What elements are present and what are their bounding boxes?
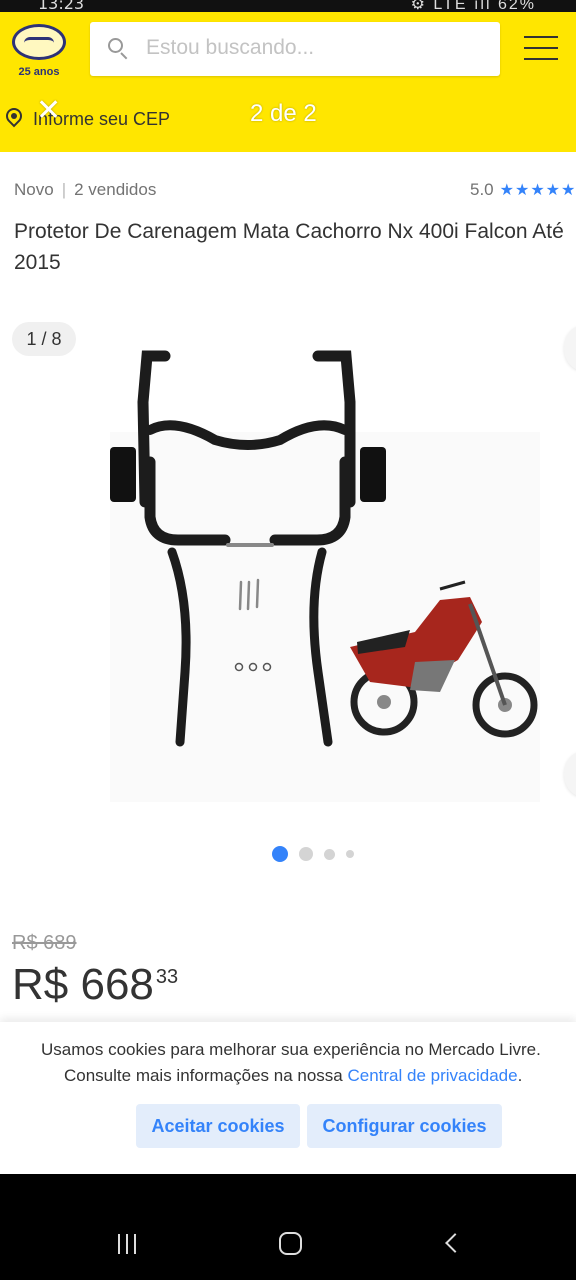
sold-count: 2 vendidos bbox=[74, 180, 157, 199]
recent-apps-icon[interactable] bbox=[118, 1234, 142, 1254]
carousel-dots bbox=[272, 846, 365, 862]
image-counter: 1 / 8 bbox=[12, 322, 76, 356]
original-price: R$ 689 bbox=[12, 932, 77, 954]
cookie-message: Usamos cookies para melhorar sua experiê… bbox=[41, 1040, 541, 1059]
cookie-message-suffix: . bbox=[517, 1066, 523, 1085]
mercado-livre-logo[interactable]: 25 anos bbox=[12, 24, 66, 90]
cep-bar[interactable]: Informe seu CEP ✕ 2 de 2 bbox=[0, 96, 576, 138]
status-indicators: ⚙ LTE ıll 62% bbox=[410, 0, 536, 12]
handshake-icon bbox=[12, 24, 66, 60]
product-title: Protetor De Carenagem Mata Cachorro Nx 4… bbox=[14, 220, 564, 274]
home-icon[interactable] bbox=[279, 1232, 302, 1255]
cookie-message-prefix: Consulte mais informações na nossa bbox=[64, 1066, 348, 1085]
cookie-message-2: Consulte mais informações na nossa Centr… bbox=[64, 1066, 522, 1086]
accept-cookies-button[interactable]: Aceitar cookies bbox=[136, 1104, 300, 1148]
current-price: R$ 668 33 bbox=[12, 960, 178, 1010]
header: 25 anos Estou buscando... Informe seu CE… bbox=[0, 12, 576, 152]
carousel-dot[interactable] bbox=[299, 847, 313, 861]
price-main: R$ 668 bbox=[12, 960, 154, 1009]
close-icon[interactable]: ✕ bbox=[36, 96, 61, 126]
product-meta: Novo | 2 vendidos bbox=[14, 180, 157, 199]
logo-caption: 25 anos bbox=[18, 66, 60, 78]
carousel-dot[interactable] bbox=[324, 848, 335, 860]
search-icon bbox=[108, 38, 128, 60]
star-icons: ★★★★★ bbox=[499, 182, 576, 199]
search-input[interactable]: Estou buscando... bbox=[90, 22, 500, 76]
status-time: 13:23 bbox=[38, 0, 85, 12]
privacy-center-link[interactable]: Central de privacidade bbox=[347, 1066, 517, 1085]
android-nav-bar bbox=[0, 1174, 576, 1280]
location-pin-icon bbox=[2, 104, 26, 130]
search-placeholder: Estou buscando... bbox=[146, 36, 315, 59]
condition-label: Novo bbox=[14, 180, 54, 199]
hamburger-menu-icon[interactable] bbox=[524, 36, 558, 62]
screenshot-counter: 2 de 2 bbox=[250, 100, 317, 127]
carousel-dot-active[interactable] bbox=[272, 846, 288, 862]
product-content: Novo | 2 vendidos 5.0 ★★★★★ Protetor De Car… bbox=[0, 152, 576, 1022]
cookie-banner: Usamos cookies para melhorar sua experiê… bbox=[0, 1022, 576, 1174]
rating[interactable]: 5.0 ★★★★★ bbox=[470, 180, 576, 200]
rating-value: 5.0 bbox=[470, 180, 494, 199]
product-image[interactable] bbox=[0, 342, 576, 812]
status-bar: 13:23 ⚙ LTE ıll 62% bbox=[0, 0, 576, 12]
back-icon[interactable] bbox=[445, 1233, 465, 1253]
configure-cookies-button[interactable]: Configurar cookies bbox=[307, 1104, 502, 1148]
price-cents: 33 bbox=[155, 966, 179, 988]
carousel-dot[interactable] bbox=[346, 850, 354, 858]
